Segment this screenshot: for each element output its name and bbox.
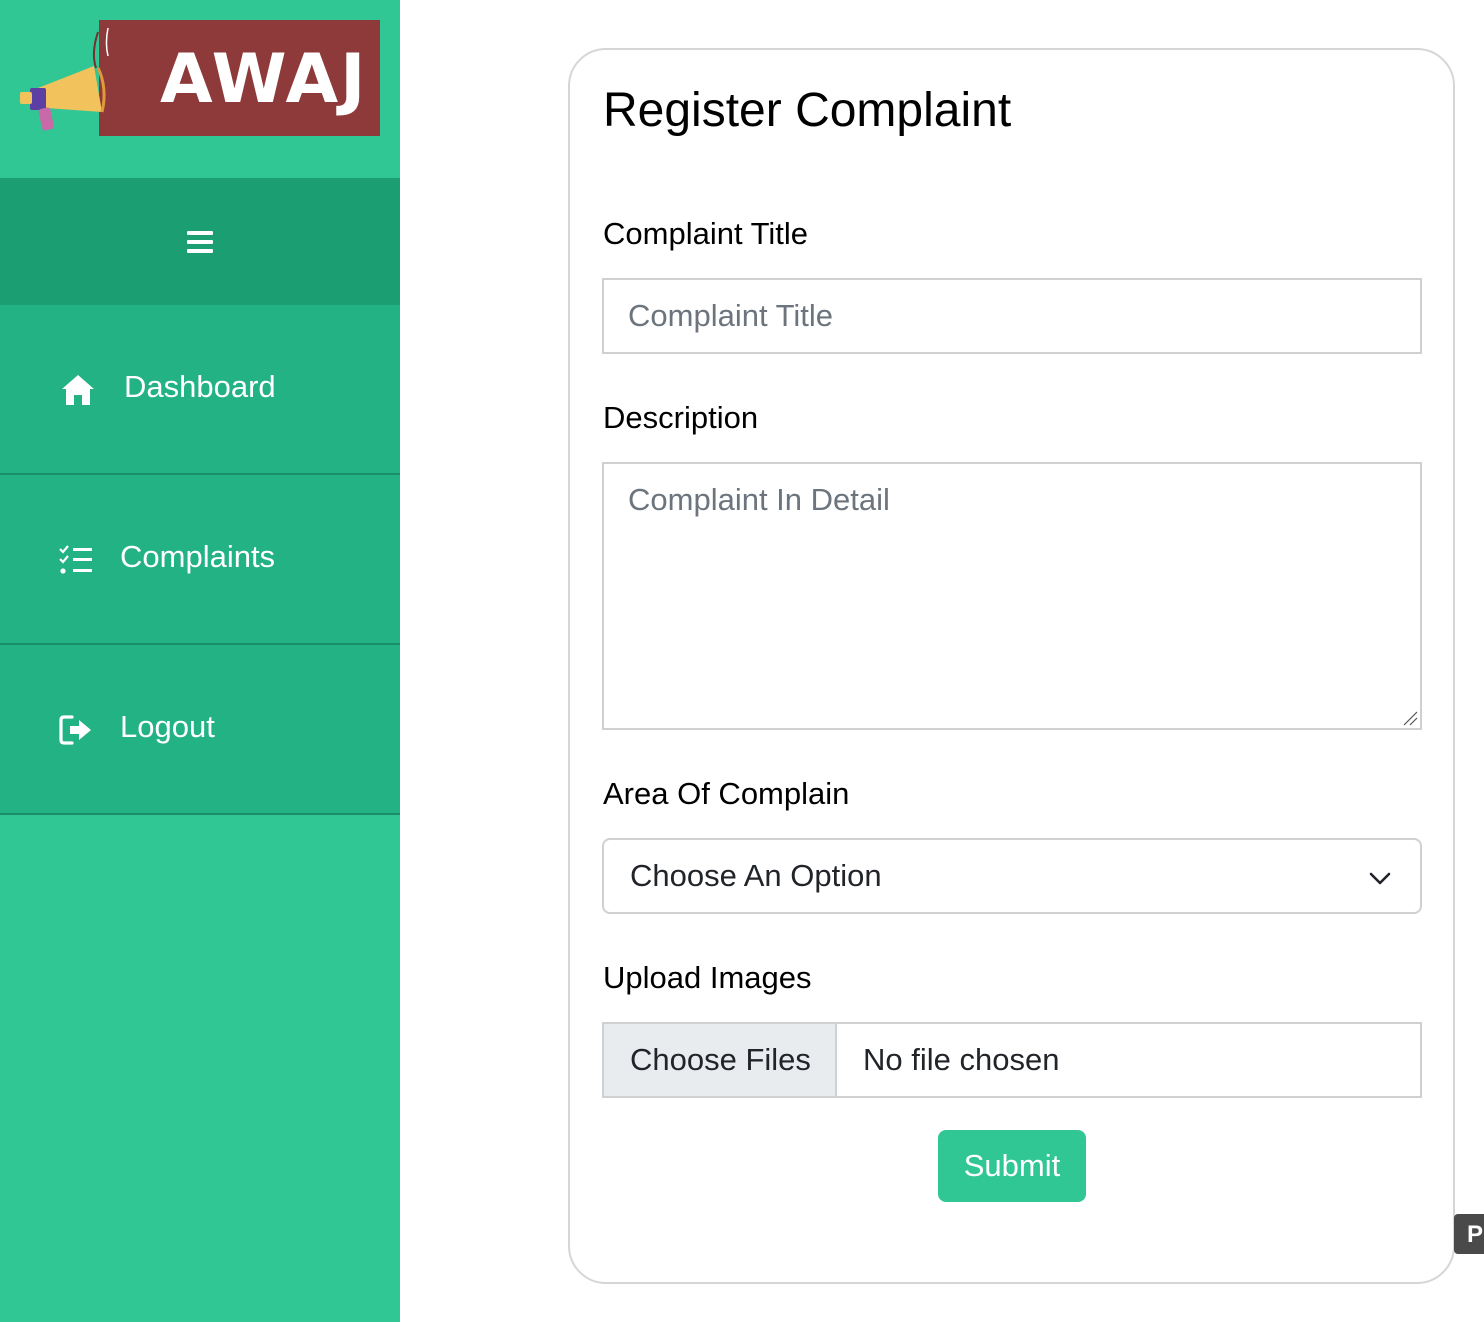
sidebar: AWAJ Dashboard Complaints Logout xyxy=(0,0,400,1322)
description-textarea[interactable] xyxy=(602,462,1422,730)
sidebar-item-label: Logout xyxy=(120,709,215,744)
logout-icon xyxy=(59,715,91,745)
area-select-value: Choose An Option xyxy=(630,858,882,893)
checklist-icon xyxy=(59,545,92,574)
area-label: Area Of Complain xyxy=(603,776,850,811)
sidebar-item-logout[interactable]: Logout xyxy=(0,645,400,815)
submit-button[interactable]: Submit xyxy=(938,1130,1086,1202)
submit-label: Submit xyxy=(963,1148,1061,1183)
brand-name: AWAJ xyxy=(160,40,368,119)
sidebar-item-complaints[interactable]: Complaints xyxy=(0,475,400,645)
sidebar-item-dashboard[interactable]: Dashboard xyxy=(0,305,400,475)
page-title: Register Complaint xyxy=(603,84,1012,137)
edge-tab-label: P xyxy=(1467,1221,1484,1248)
brand-logo[interactable]: AWAJ xyxy=(0,0,400,178)
home-icon xyxy=(62,375,94,405)
edge-tab[interactable]: P xyxy=(1454,1214,1484,1254)
complaint-title-label: Complaint Title xyxy=(603,216,809,251)
chevron-down-icon xyxy=(1369,872,1391,885)
file-upload-input[interactable]: Choose Files No file chosen xyxy=(602,1022,1422,1098)
resize-grip-icon[interactable] xyxy=(1402,710,1418,726)
file-status-text: No file chosen xyxy=(863,1042,1060,1077)
choose-files-button[interactable]: Choose Files xyxy=(604,1024,837,1096)
description-label: Description xyxy=(603,400,759,435)
complaint-title-input[interactable] xyxy=(602,278,1422,354)
choose-files-label: Choose Files xyxy=(630,1042,811,1077)
area-select[interactable]: Choose An Option xyxy=(602,838,1422,914)
upload-images-label: Upload Images xyxy=(603,960,812,995)
hamburger-menu-icon[interactable] xyxy=(187,231,213,253)
sidebar-item-label: Complaints xyxy=(120,539,276,574)
sidebar-item-label: Dashboard xyxy=(124,369,276,404)
megaphone-icon xyxy=(20,27,109,131)
